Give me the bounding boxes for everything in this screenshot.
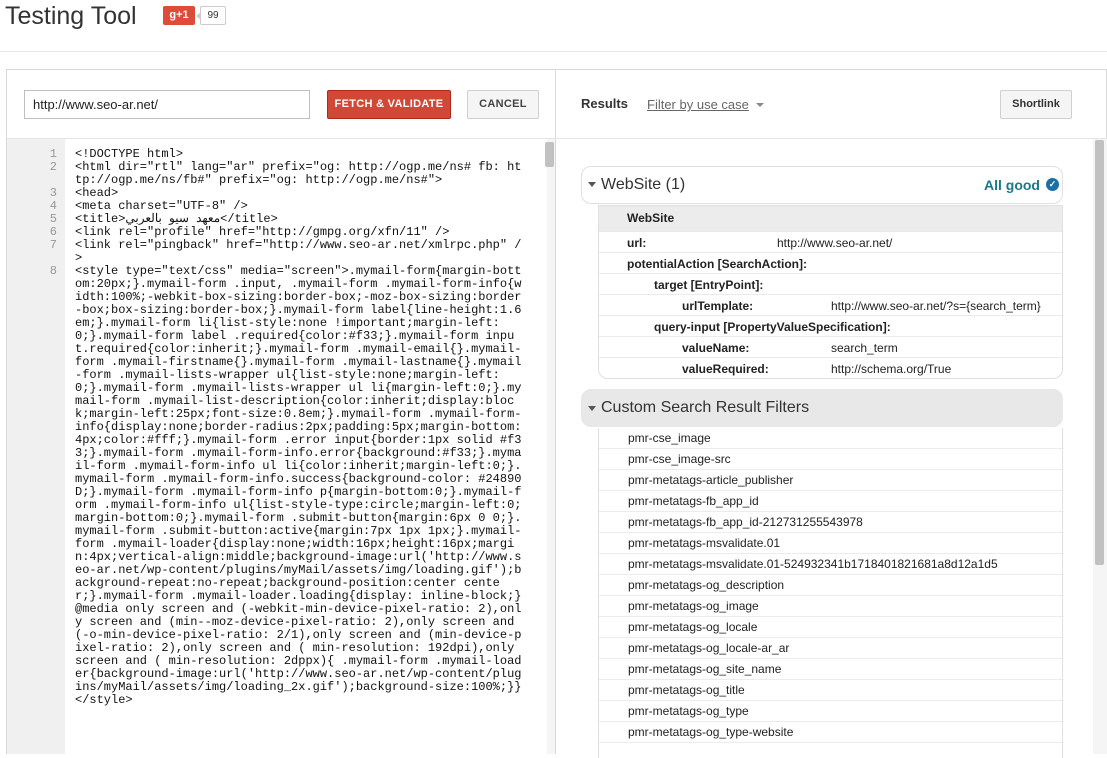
row-divider (599, 273, 1062, 274)
value-name-value: search_term (831, 341, 898, 355)
filter-list: pmr-cse_image pmr-cse_image-src pmr-metata… (598, 428, 1064, 758)
target-key: target [EntryPoint]: (654, 278, 764, 292)
filter-item: pmr-metatags-og_type (599, 701, 1064, 722)
filter-item: pmr-metatags-msvalidate.01-524932341b171… (599, 554, 1064, 575)
check-circle-icon: ✓ (1046, 178, 1059, 191)
line-number: 8 (49, 264, 57, 278)
filter-by-use-case-link[interactable]: Filter by use case (647, 97, 749, 112)
code-text: <html dir="rtl" lang="ar" prefix="og: ht… (75, 160, 522, 187)
page-title: Testing Tool (5, 2, 137, 30)
website-section-title: WebSite (1) (601, 176, 686, 193)
row-divider (599, 315, 1062, 316)
code-line: 8 <style type="text/css" media="screen">.… (7, 265, 547, 707)
row-divider (599, 336, 1062, 337)
editor-scrollbar-track[interactable] (547, 139, 555, 754)
url-template-value: http://www.seo-ar.net/?s={search_term} (831, 299, 1041, 313)
filter-item: pmr-metatags-fb_app_id-212731255543978 (599, 512, 1064, 533)
query-input-key: query-input [PropertyValueSpecification]… (654, 320, 891, 334)
code-lines: 1 <!DOCTYPE html> 2 <html dir="rtl" lang="a… (7, 148, 547, 707)
results-scrollbar-thumb[interactable] (1095, 140, 1104, 565)
filter-item: pmr-metatags-og_type-website (599, 722, 1064, 743)
value-name-key: valueName: (682, 341, 750, 355)
google-plus-count: 99 (196, 6, 226, 25)
shortlink-button[interactable]: Shortlink (1000, 90, 1072, 119)
row-divider (599, 231, 1062, 232)
chevron-down-icon[interactable] (756, 103, 764, 107)
line-number: 7 (49, 238, 57, 252)
filter-item: pmr-metatags-og_locale (599, 617, 1064, 638)
code-text: <link rel="pingback" href="http://www.se… (75, 238, 522, 265)
filter-item: pmr-metatags-fb_app_id (599, 491, 1064, 512)
value-required-key: valueRequired: (682, 362, 769, 376)
code-line: 7 <link rel="pingback" href="http://www.s… (7, 239, 547, 265)
filters-section-header[interactable]: Custom Search Result Filters (581, 389, 1063, 427)
url-input[interactable] (24, 90, 310, 119)
chevron-down-icon[interactable] (588, 182, 596, 187)
filter-item: pmr-metatags-article_publisher (599, 470, 1064, 491)
filter-item: pmr-cse_image-src (599, 449, 1064, 470)
filter-item: pmr-metatags-msvalidate.01 (599, 533, 1064, 554)
filter-item: pmr-metatags-og_title (599, 680, 1064, 701)
code-text: <style type="text/css" media="screen">.m… (75, 264, 522, 707)
filter-item: pmr-metatags-og_description (599, 575, 1064, 596)
value-required-value: http://schema.org/True (831, 362, 952, 376)
chevron-down-icon[interactable] (588, 406, 596, 411)
editor-scrollbar-thumb[interactable] (545, 142, 554, 167)
type-label: WebSite (627, 211, 675, 225)
url-key: url: (627, 236, 647, 250)
filters-section-title: Custom Search Result Filters (601, 399, 810, 416)
filter-item: pmr-metatags-og_image (599, 596, 1064, 617)
fetch-validate-button[interactable]: FETCH & VALIDATE (327, 90, 451, 119)
row-divider (599, 252, 1062, 253)
row-divider (599, 357, 1062, 358)
filter-item: pmr-cse_image (599, 428, 1064, 449)
code-editor[interactable]: 1 <!DOCTYPE html> 2 <html dir="rtl" lang="a… (7, 139, 555, 754)
row-divider (599, 294, 1062, 295)
line-number: 2 (49, 160, 57, 174)
filter-item: pmr-metatags-og_locale-ar_ar (599, 638, 1064, 659)
google-plus-button[interactable]: g+1 (163, 6, 195, 25)
potential-action-key: potentialAction [SearchAction]: (627, 257, 808, 271)
status-all-good: All good (984, 177, 1040, 193)
results-dash: - (621, 96, 626, 111)
app-header: Testing Tool g+1 99 (0, 0, 1107, 52)
cancel-button[interactable]: CANCEL (467, 90, 539, 119)
website-section-header[interactable]: WebSite (1) All good ✓ (581, 166, 1063, 204)
filter-item: pmr-metatags-og_site_name (599, 659, 1064, 680)
code-line: 2 <html dir="rtl" lang="ar" prefix="og: h… (7, 161, 547, 187)
url-value: http://www.seo-ar.net/ (777, 236, 893, 250)
website-properties-table: WebSite url: http://www.seo-ar.net/ pote… (598, 205, 1063, 379)
url-template-key: urlTemplate: (682, 299, 754, 313)
